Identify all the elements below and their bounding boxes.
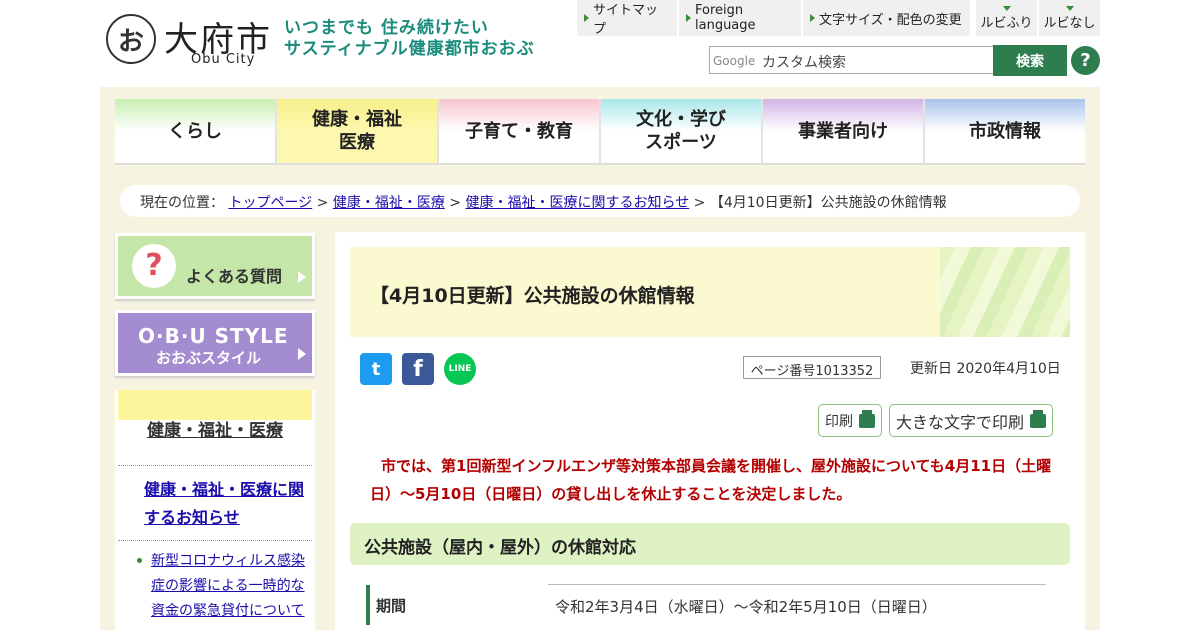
breadcrumb-link-notices[interactable]: 健康・福祉・医療に関するお知らせ [465,195,689,211]
arrow-right-icon [686,14,691,22]
global-nav: くらし 健康・福祉 医療 子育て・教育 文化・学び スポーツ 事業者向け 市政情報 [115,99,1085,165]
arrow-right-icon [584,14,589,22]
util-link-text-size[interactable]: 文字サイズ・配色の変更 [803,0,970,36]
ruby-on-button[interactable]: ルビふり [976,0,1037,36]
tagline-line1: いつまでも 住み続けたい [284,18,489,38]
search-placeholder: カスタム検索 [762,55,846,71]
nav-label-line2: スポーツ [645,132,717,153]
play-arrow-icon [298,348,306,360]
print-label: 印刷 [825,413,853,430]
play-arrow-icon [298,271,306,283]
sidebar-heading[interactable]: 健康・福祉・医療 [118,390,312,466]
twitter-share-icon[interactable]: t [360,353,392,385]
obu-style-title: O·B·U STYLE [138,324,289,348]
table-divider [548,584,1046,585]
nav-item-shisei[interactable]: 市政情報 [925,99,1085,165]
site-logo[interactable]: お 大府市 Obu City [106,12,276,72]
ruby-off-label: ルビなし [1043,16,1096,31]
nav-item-business[interactable]: 事業者向け [763,99,925,165]
bullet-dot-icon [137,558,142,563]
print-large-button[interactable]: 大きな文字で印刷 [889,404,1054,437]
question-mark-icon: ? [132,244,176,288]
sidebar-list-item: 新型コロナウィルス感染症の影響による一時的な資金の緊急貸付について [115,541,315,624]
site-tagline: いつまでも 住み続けたい サスティナブル健康都市おおぶ [284,18,535,60]
breadcrumb-prefix: 現在の位置： [140,195,224,211]
sidebar-subheading-link[interactable]: 健康・福祉・医療に関するお知らせ [144,480,304,527]
ruby-off-button[interactable]: ルビなし [1039,0,1100,36]
util-link-sitemap[interactable]: サイトマップ [577,0,677,37]
sidebar-heading-band [118,390,312,420]
table-value-period: 令和2年3月4日（水曜日）～令和2年5月10日（日曜日） [555,598,937,616]
nav-label-line1: 文化・学び [636,109,726,130]
printer-icon [859,409,875,428]
nav-item-kurashi[interactable]: くらし [115,99,277,165]
section-heading: 公共施設（屋内・屋外）の休館対応 [350,523,1070,565]
search-button[interactable]: 検索 [993,45,1067,76]
breadcrumb-separator: > [316,195,329,211]
nav-label: 事業者向け [798,120,888,142]
breadcrumb: 現在の位置： トップページ > 健康・福祉・医療 > 健康・福祉・医療に関するお… [120,185,1080,217]
sidebar-heading-label: 健康・福祉・医療 [147,421,283,441]
title-decoration [940,247,1070,337]
breadcrumb-link-health[interactable]: 健康・福祉・医療 [333,195,445,211]
breadcrumb-link-top[interactable]: トップページ [228,195,312,211]
util-link-label: Foreign language [695,3,756,33]
print-button[interactable]: 印刷 [818,404,882,437]
printer-icon [1030,409,1047,428]
faq-banner-label: よくある質問 [186,267,283,286]
facebook-share-icon[interactable]: f [402,353,434,385]
sidebar-list-link[interactable]: 新型コロナウィルス感染症の影響による一時的な資金の緊急貸付について [151,553,305,619]
nav-item-culture[interactable]: 文化・学び スポーツ [601,99,763,165]
search-input[interactable]: Google カスタム検索 [709,46,994,74]
nav-label-line2: 医療 [339,132,375,153]
util-link-label: サイトマップ [593,3,659,37]
page-title: 【4月10日更新】公共施設の休館情報 [370,285,695,307]
util-link-label: 文字サイズ・配色の変更 [819,12,962,28]
city-emblem-icon: お [106,14,156,64]
notice-text: 市では、第1回新型インフルエンザ等対策本部員会議を開催し、屋外施設についても4月… [370,457,1052,503]
help-icon[interactable]: ? [1071,46,1100,75]
updated-date: 更新日 2020年4月10日 [910,361,1061,377]
tagline-line2: サスティナブル健康都市おおぶ [284,39,535,59]
nav-item-kosodate[interactable]: 子育て・教育 [439,99,601,165]
nav-item-health[interactable]: 健康・福祉 医療 [277,99,439,165]
page-title-box: 【4月10日更新】公共施設の休館情報 [350,247,1070,337]
print-large-label: 大きな文字で印刷 [896,412,1025,432]
page-number: ページ番号1013352 [743,356,881,379]
arrow-down-icon [1066,6,1074,11]
util-link-foreign-language[interactable]: Foreign language [679,0,801,36]
nav-label-line1: 健康・福祉 [312,109,402,130]
google-brand: Google [713,54,756,68]
breadcrumb-separator: > [449,195,462,211]
breadcrumb-separator: > [693,195,706,211]
nav-label: 市政情報 [969,120,1041,142]
nav-label: 文化・学び スポーツ [636,108,726,154]
nav-label: 健康・福祉 医療 [312,108,402,154]
obu-style-banner[interactable]: O·B·U STYLE おおぶスタイル [115,310,315,376]
nav-label: くらし [168,120,222,142]
ruby-on-label: ルビふり [980,16,1033,31]
faq-banner[interactable]: ? よくある質問 [115,233,315,299]
arrow-right-icon [810,14,815,22]
breadcrumb-current: 【4月10日更新】公共施設の休館情報 [709,195,947,211]
logo-city-name-en: Obu City [191,52,256,67]
sidebar-menu: 健康・福祉・医療 健康・福祉・医療に関するお知らせ 新型コロナウィルス感染症の影… [115,390,315,630]
nav-label: 子育て・教育 [465,120,573,142]
sidebar-subheading: 健康・福祉・医療に関するお知らせ [118,466,312,541]
table-header-period: 期間 [366,585,546,625]
obu-style-subtitle: おおぶスタイル [156,349,262,367]
arrow-down-icon [1003,6,1011,11]
line-share-icon[interactable]: LINE [444,353,476,385]
